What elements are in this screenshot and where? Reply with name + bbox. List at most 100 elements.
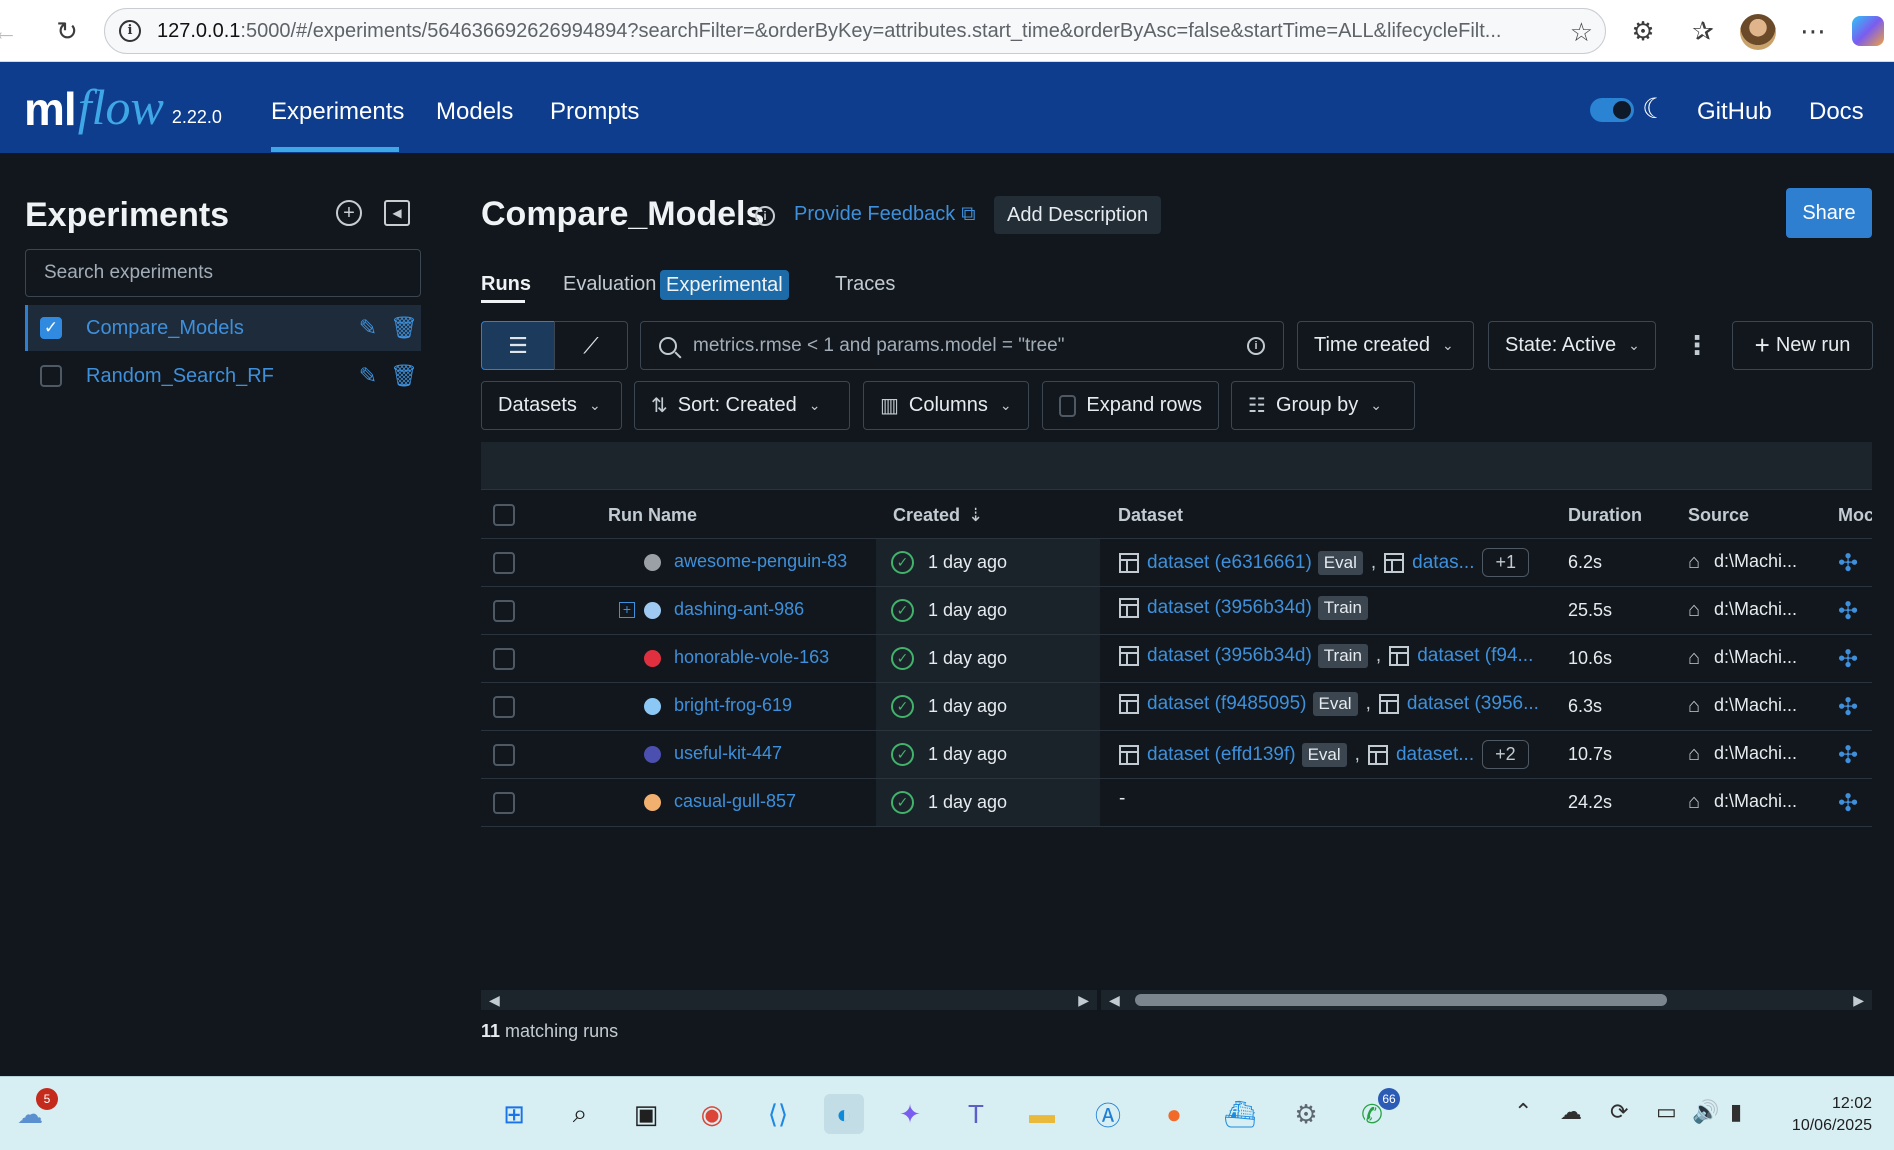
favorites-icon[interactable]: ✰ bbox=[1686, 14, 1720, 48]
more-datasets-button[interactable]: +1 bbox=[1482, 548, 1530, 577]
table-row[interactable]: awesome-penguin-83 ✓ 1 day ago dataset (e63… bbox=[481, 539, 1872, 587]
delete-trash-icon[interactable]: 🗑 bbox=[390, 315, 418, 341]
site-info-icon[interactable]: i bbox=[119, 20, 141, 42]
col-created[interactable]: Created bbox=[893, 505, 960, 526]
system-clock[interactable]: 12:02 10/06/2025 bbox=[1792, 1093, 1872, 1137]
run-name-link[interactable]: useful-kit-447 bbox=[674, 743, 782, 764]
start-icon[interactable]: ⊞ bbox=[494, 1094, 534, 1134]
sort-desc-icon[interactable]: ⇣ bbox=[968, 505, 983, 526]
sync-icon[interactable]: ⟳ bbox=[1610, 1099, 1628, 1125]
table-row[interactable]: honorable-vole-163 ✓ 1 day ago dataset (395… bbox=[481, 635, 1872, 683]
github-link[interactable]: GitHub bbox=[1697, 98, 1772, 126]
col-models[interactable]: Moc bbox=[1838, 505, 1872, 526]
cloud-sync-icon[interactable]: ☁ bbox=[1560, 1099, 1582, 1125]
source-text[interactable]: d:\Machi... bbox=[1714, 551, 1797, 572]
left-scrollbar[interactable]: ◀ ▶ bbox=[481, 990, 1097, 1010]
experiment-item-compare-models[interactable]: ✓ Compare_Models ✎ 🗑 bbox=[25, 305, 421, 351]
experiment-item-random-search-rf[interactable]: Random_Search_RF ✎ 🗑 bbox=[25, 353, 421, 399]
postman-icon[interactable]: ● bbox=[1154, 1094, 1194, 1134]
row-checkbox[interactable] bbox=[493, 552, 515, 574]
row-checkbox[interactable] bbox=[493, 648, 515, 670]
state-dropdown[interactable]: State: Active ⌄ bbox=[1488, 321, 1656, 370]
dataset-link[interactable]: dataset (f94... bbox=[1417, 645, 1533, 667]
chrome-icon[interactable]: ◉ bbox=[692, 1094, 732, 1134]
experiment-checkbox[interactable] bbox=[40, 365, 62, 387]
tab-runs[interactable]: Runs bbox=[481, 273, 531, 296]
nav-experiments[interactable]: Experiments bbox=[271, 98, 404, 126]
file-explorer-icon[interactable]: ▬ bbox=[1022, 1094, 1062, 1134]
run-color-dot[interactable] bbox=[644, 554, 661, 571]
create-experiment-icon[interactable]: + bbox=[336, 200, 362, 226]
edit-pencil-icon[interactable]: ✎ bbox=[354, 363, 382, 389]
time-created-dropdown[interactable]: Time created ⌄ bbox=[1297, 321, 1474, 370]
experiment-checkbox[interactable]: ✓ bbox=[40, 317, 62, 339]
scroll-thumb[interactable] bbox=[1135, 994, 1667, 1006]
row-checkbox[interactable] bbox=[493, 696, 515, 718]
col-run-name[interactable]: Run Name bbox=[608, 505, 697, 526]
model-icon[interactable]: ✣ bbox=[1838, 789, 1858, 818]
more-datasets-button[interactable]: +2 bbox=[1482, 740, 1529, 769]
more-options-icon[interactable]: ⋮ bbox=[1684, 330, 1710, 361]
mlflow-logo[interactable]: ml flow 2.22.0 bbox=[24, 76, 222, 136]
scroll-right-arrow[interactable]: ▶ bbox=[1853, 992, 1864, 1009]
dataset-link[interactable]: dataset (3956b34d) bbox=[1147, 645, 1312, 667]
run-color-dot[interactable] bbox=[644, 602, 661, 619]
right-scrollbar[interactable]: ◀ ▶ bbox=[1101, 990, 1872, 1010]
extensions-icon[interactable]: ⚙ bbox=[1626, 14, 1660, 48]
run-color-dot[interactable] bbox=[644, 746, 661, 763]
run-color-dot[interactable] bbox=[644, 794, 661, 811]
table-row[interactable]: + dashing-ant-986 ✓ 1 day ago dataset (3956b… bbox=[481, 587, 1872, 635]
network-icon[interactable]: ▭ bbox=[1656, 1099, 1677, 1125]
info-icon[interactable]: i bbox=[755, 206, 775, 226]
run-name-link[interactable]: awesome-penguin-83 bbox=[674, 551, 847, 572]
collapse-sidebar-icon[interactable]: ◀ bbox=[384, 200, 410, 226]
experiment-name[interactable]: Compare_Models bbox=[86, 317, 346, 340]
run-name-link[interactable]: dashing-ant-986 bbox=[674, 599, 804, 620]
row-checkbox[interactable] bbox=[493, 600, 515, 622]
new-run-button[interactable]: + New run bbox=[1732, 321, 1873, 370]
dataset-link[interactable]: dataset (f9485095) bbox=[1147, 693, 1307, 715]
model-icon[interactable]: ✣ bbox=[1838, 693, 1858, 722]
sort-dropdown[interactable]: ⇅ Sort: Created ⌄ bbox=[634, 381, 850, 430]
expand-child-runs-icon[interactable]: + bbox=[619, 602, 635, 618]
edit-pencil-icon[interactable]: ✎ bbox=[354, 315, 382, 341]
dataset-link[interactable]: dataset (effd139f) bbox=[1147, 744, 1296, 766]
dataset-link[interactable]: datas... bbox=[1412, 552, 1474, 574]
weather-icon[interactable]: ☁ 5 bbox=[10, 1088, 58, 1134]
dark-mode-toggle[interactable] bbox=[1590, 98, 1634, 122]
source-text[interactable]: d:\Machi... bbox=[1714, 647, 1797, 668]
expand-rows-toggle[interactable]: Expand rows bbox=[1042, 381, 1219, 430]
vscode-icon[interactable]: ⟨⟩ bbox=[758, 1094, 798, 1134]
tab-traces[interactable]: Traces bbox=[835, 273, 895, 296]
scroll-left-arrow[interactable]: ◀ bbox=[1109, 992, 1120, 1009]
back-icon[interactable]: ← bbox=[0, 14, 22, 48]
docker-icon[interactable]: ⛴ bbox=[1220, 1094, 1260, 1134]
provide-feedback-link[interactable]: Provide Feedback ⧉ bbox=[794, 203, 975, 226]
row-checkbox[interactable] bbox=[493, 744, 515, 766]
refresh-icon[interactable]: ↻ bbox=[50, 14, 84, 48]
model-icon[interactable]: ✣ bbox=[1838, 741, 1858, 770]
teams-icon[interactable]: T bbox=[956, 1094, 996, 1134]
run-color-dot[interactable] bbox=[644, 650, 661, 667]
source-text[interactable]: d:\Machi... bbox=[1714, 695, 1797, 716]
nav-prompts[interactable]: Prompts bbox=[550, 98, 639, 126]
expand-rows-checkbox[interactable] bbox=[1059, 394, 1077, 417]
dataset-link[interactable]: dataset (e6316661) bbox=[1147, 552, 1312, 574]
filter-text[interactable]: metrics.rmse < 1 and params.model = "tre… bbox=[693, 335, 1247, 357]
chart-view-button[interactable]: ⟋ bbox=[554, 321, 628, 370]
profile-avatar[interactable] bbox=[1740, 14, 1776, 50]
dataset-link[interactable]: dataset (3956... bbox=[1407, 693, 1539, 715]
run-name-link[interactable]: honorable-vole-163 bbox=[674, 647, 829, 668]
filter-info-icon[interactable]: i bbox=[1247, 336, 1265, 355]
group-by-dropdown[interactable]: ☷ Group by ⌄ bbox=[1231, 381, 1415, 430]
more-menu-icon[interactable]: ⋯ bbox=[1796, 14, 1830, 48]
datasets-dropdown[interactable]: Datasets ⌄ bbox=[481, 381, 622, 430]
show-hidden-icons-chevron[interactable]: ⌃ bbox=[1514, 1099, 1532, 1125]
row-checkbox[interactable] bbox=[493, 792, 515, 814]
list-view-button[interactable]: ☰ bbox=[481, 321, 555, 370]
table-row[interactable]: bright-frog-619 ✓ 1 day ago dataset (f94850… bbox=[481, 683, 1872, 731]
whatsapp-icon[interactable]: ✆ 66 bbox=[1352, 1088, 1400, 1134]
model-icon[interactable]: ✣ bbox=[1838, 645, 1858, 674]
edge-icon[interactable]: ◐ bbox=[824, 1094, 864, 1134]
dataset-link[interactable]: dataset (3956b34d) bbox=[1147, 597, 1312, 619]
